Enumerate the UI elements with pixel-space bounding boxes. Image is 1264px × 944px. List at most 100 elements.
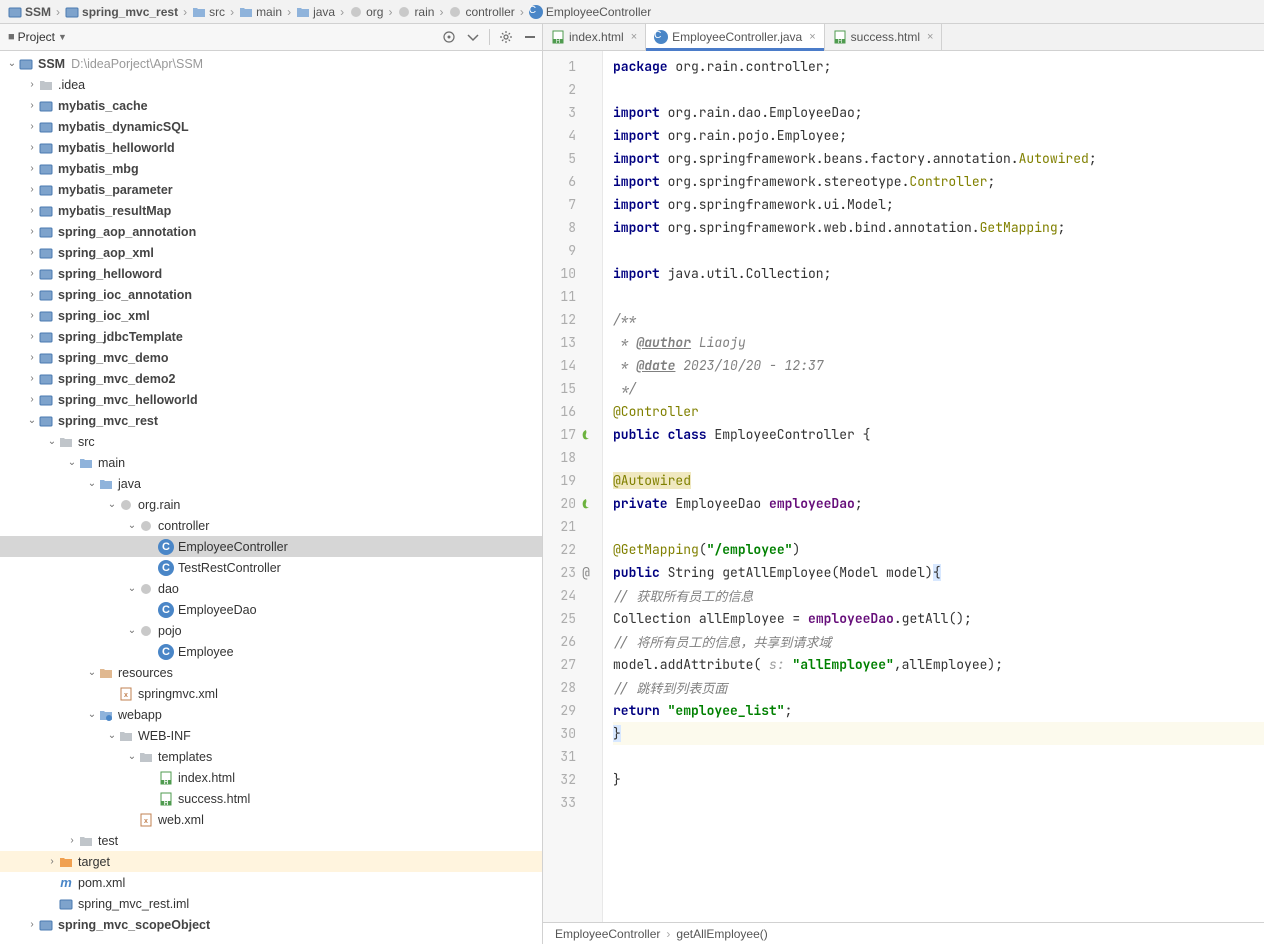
gutter-line[interactable]: 7 [543,193,602,216]
expand-arrow-icon[interactable]: ⌄ [126,751,138,762]
code-line[interactable]: public String getAllEmployee(Model model… [613,561,1264,584]
gutter-line[interactable]: 26 [543,630,602,653]
code-line[interactable] [613,791,1264,814]
gutter-line[interactable]: 27 [543,653,602,676]
gutter-line[interactable]: 2 [543,78,602,101]
project-view-selector[interactable]: ■ Project ▼ [0,24,75,50]
tree-item[interactable]: mpom.xml [0,872,542,893]
code-line[interactable]: package org.rain.controller; [613,55,1264,78]
editor-tab[interactable]: CEmployeeController.java× [646,24,825,50]
tree-item[interactable]: ⌄resources [0,662,542,683]
expand-arrow-icon[interactable]: › [26,331,38,342]
gutter-line[interactable]: 23@ [543,561,602,584]
expand-arrow-icon[interactable]: ⌄ [26,415,38,426]
expand-arrow-icon[interactable]: › [26,394,38,405]
expand-arrow-icon[interactable]: ⌄ [86,709,98,720]
gutter-line[interactable]: 13 [543,331,602,354]
editor-breadcrumb[interactable]: EmployeeController › getAllEmployee() [543,922,1264,944]
code-line[interactable]: // 将所有员工的信息，共享到请求域 [613,630,1264,653]
tree-item[interactable]: CEmployeeController [0,536,542,557]
breadcrumb-item[interactable]: java [294,5,337,19]
tree-item[interactable]: CEmployeeDao [0,599,542,620]
expand-arrow-icon[interactable]: › [26,142,38,153]
expand-arrow-icon[interactable]: › [46,856,58,867]
tree-item[interactable]: spring_mvc_rest.iml [0,893,542,914]
close-tab-icon[interactable]: × [927,31,933,43]
gutter-line[interactable]: 25 [543,607,602,630]
tree-item[interactable]: ›spring_aop_annotation [0,221,542,242]
tree-item[interactable]: ›spring_mvc_helloworld [0,389,542,410]
tree-item[interactable]: ›spring_mvc_scopeObject [0,914,542,935]
tree-item[interactable]: ›spring_jdbcTemplate [0,326,542,347]
settings-icon[interactable] [496,27,516,47]
breadcrumb-item[interactable]: src [190,5,227,19]
tree-item[interactable]: ⌄SSMD:\ideaPorject\Apr\SSM [0,53,542,74]
tree-item[interactable]: ⌄spring_mvc_rest [0,410,542,431]
code-line[interactable]: @Controller [613,400,1264,423]
tree-item[interactable]: ›spring_mvc_demo2 [0,368,542,389]
gutter-line[interactable]: 30 [543,722,602,745]
expand-arrow-icon[interactable]: › [66,835,78,846]
code-line[interactable]: } [613,768,1264,791]
tree-item[interactable]: ⌄java [0,473,542,494]
expand-arrow-icon[interactable]: ⌄ [6,58,18,69]
tree-item[interactable]: ›mybatis_mbg [0,158,542,179]
close-tab-icon[interactable]: × [809,31,815,43]
expand-arrow-icon[interactable]: ⌄ [106,499,118,510]
expand-arrow-icon[interactable]: ⌄ [126,625,138,636]
code-line[interactable]: public class EmployeeController { [613,423,1264,446]
code-line[interactable] [613,239,1264,262]
expand-arrow-icon[interactable]: ⌄ [126,520,138,531]
tree-item[interactable]: ›mybatis_cache [0,95,542,116]
expand-arrow-icon[interactable]: › [26,205,38,216]
gutter-line[interactable]: 33 [543,791,602,814]
breadcrumb-item[interactable]: main [237,5,284,19]
breadcrumb-item[interactable]: SSM [6,5,53,19]
tree-item[interactable]: ⌄main [0,452,542,473]
tree-item[interactable]: ›mybatis_resultMap [0,200,542,221]
code-line[interactable] [613,446,1264,469]
gutter-line[interactable]: 20 [543,492,602,515]
gutter-line[interactable]: 31 [543,745,602,768]
gutter-line[interactable]: 12 [543,308,602,331]
tree-item[interactable]: ›spring_helloword [0,263,542,284]
code-line[interactable]: * @author Liaojy [613,331,1264,354]
gutter-line[interactable]: 5 [543,147,602,170]
gutter-line[interactable]: 1 [543,55,602,78]
tree-item[interactable]: ⌄dao [0,578,542,599]
breadcrumb-item[interactable]: spring_mvc_rest [63,5,180,19]
code-line[interactable]: } [613,722,1264,745]
tree-item[interactable]: ›test [0,830,542,851]
code-line[interactable] [613,78,1264,101]
tree-item[interactable]: ⌄controller [0,515,542,536]
expand-arrow-icon[interactable]: ⌄ [86,667,98,678]
code-line[interactable] [613,745,1264,768]
gutter-line[interactable]: 29 [543,699,602,722]
tree-item[interactable]: Hindex.html [0,767,542,788]
editor-tab[interactable]: Hindex.html× [543,24,646,50]
close-tab-icon[interactable]: × [631,31,637,43]
code-line[interactable]: @GetMapping("/employee") [613,538,1264,561]
tree-item[interactable]: ›spring_ioc_annotation [0,284,542,305]
gutter-line[interactable]: 24 [543,584,602,607]
expand-icon[interactable] [463,27,483,47]
gutter-line[interactable]: 21 [543,515,602,538]
tree-item[interactable]: ›spring_mvc_demo [0,347,542,368]
gutter-line[interactable]: 3 [543,101,602,124]
breadcrumb-item[interactable]: org [347,5,385,19]
gutter-line[interactable]: 4 [543,124,602,147]
gutter-line[interactable]: 8 [543,216,602,239]
expand-arrow-icon[interactable]: › [26,352,38,363]
code-line[interactable]: import org.springframework.stereotype.Co… [613,170,1264,193]
code-line[interactable]: Collection allEmployee = employeeDao.get… [613,607,1264,630]
code-line[interactable] [613,285,1264,308]
gutter-line[interactable]: 6 [543,170,602,193]
expand-arrow-icon[interactable]: › [26,121,38,132]
tree-item[interactable]: ⌄src [0,431,542,452]
gutter-line[interactable]: 32 [543,768,602,791]
tree-item[interactable]: CTestRestController [0,557,542,578]
code-line[interactable]: model.addAttribute( s: "allEmployee",all… [613,653,1264,676]
code-line[interactable]: */ [613,377,1264,400]
expand-arrow-icon[interactable]: › [26,163,38,174]
tree-item[interactable]: xweb.xml [0,809,542,830]
